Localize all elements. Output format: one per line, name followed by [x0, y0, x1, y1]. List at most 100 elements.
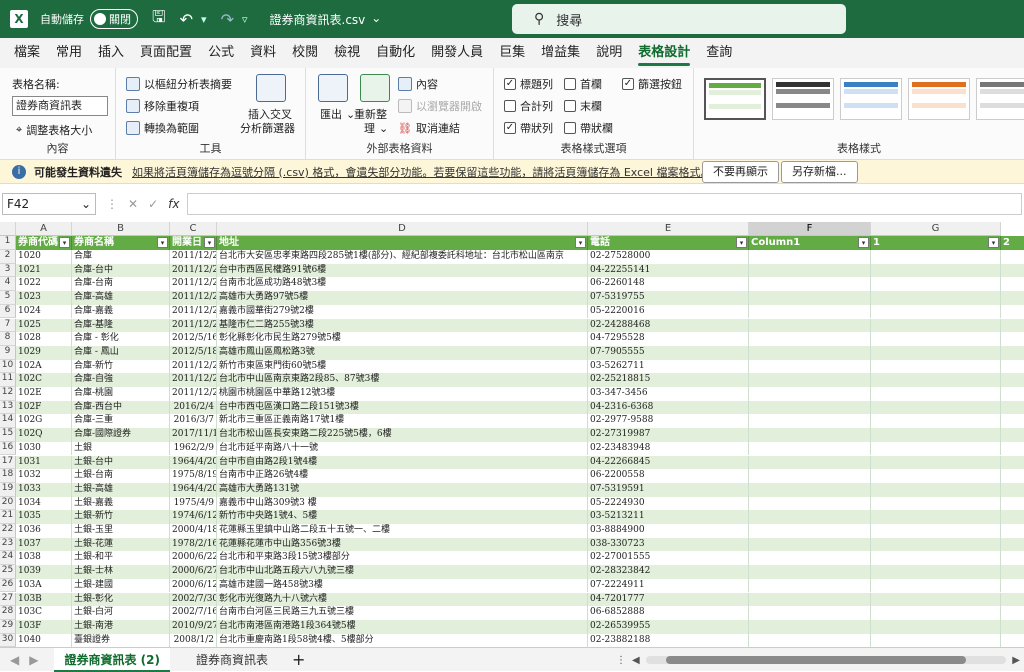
table-style-swatch[interactable]	[908, 78, 970, 120]
table-cell[interactable]	[1001, 332, 1024, 346]
table-cell[interactable]: 02-26539955	[588, 619, 749, 634]
more-options-icon[interactable]: ⋮	[106, 197, 118, 211]
table-cell[interactable]	[871, 592, 1001, 607]
table-header-cell[interactable]: 1 ▾	[871, 236, 1001, 250]
table-cell[interactable]	[1001, 510, 1024, 524]
table-cell[interactable]	[749, 359, 871, 374]
table-cell[interactable]: 07-5319755	[588, 291, 749, 305]
table-cell[interactable]	[871, 387, 1001, 401]
tab-10[interactable]: 巨集	[491, 38, 533, 68]
redo-icon[interactable]: ↷	[221, 10, 234, 29]
row-header[interactable]: 23	[0, 537, 16, 552]
table-cell[interactable]: 土銀-嘉義	[72, 496, 170, 511]
table-cell[interactable]: 1974/6/12	[170, 510, 217, 524]
table-cell[interactable]: 04-22266845	[588, 455, 749, 470]
table-cell[interactable]	[1001, 578, 1024, 593]
table-cell[interactable]	[1001, 359, 1024, 374]
table-cell[interactable]	[1001, 345, 1024, 360]
table-cell[interactable]	[871, 318, 1001, 333]
table-cell[interactable]: 2012/5/16	[170, 332, 217, 346]
table-cell[interactable]	[871, 510, 1001, 524]
column-header[interactable]: A	[16, 222, 72, 236]
table-cell[interactable]	[749, 277, 871, 292]
table-cell[interactable]	[1001, 551, 1024, 566]
table-cell[interactable]: 土銀	[72, 441, 170, 456]
row-header[interactable]: 27	[0, 592, 16, 607]
table-cell[interactable]: 新北市三重區正義南路17號1樓	[217, 414, 588, 429]
tab-7[interactable]: 檢視	[326, 38, 368, 68]
filter-dropdown-icon[interactable]: ▾	[575, 237, 586, 248]
filename-dropdown[interactable]: 證券商資訊表.csv ⌄	[270, 11, 382, 28]
row-header[interactable]: 18	[0, 469, 16, 483]
dont-show-again-button[interactable]: 不要再顯示	[702, 161, 779, 183]
row-header[interactable]: 12	[0, 387, 16, 401]
table-cell[interactable]: 04-7295528	[588, 332, 749, 346]
sheet-tab[interactable]: 證券商資訊表	[186, 648, 278, 672]
table-cell[interactable]: 合庫 - 彰化	[72, 332, 170, 346]
row-header[interactable]: 22	[0, 524, 16, 538]
table-cell[interactable]	[749, 482, 871, 497]
table-cell[interactable]	[871, 565, 1001, 579]
tab-0[interactable]: 檔案	[6, 38, 48, 68]
filter-dropdown-icon[interactable]: ▾	[59, 237, 70, 248]
table-cell[interactable]: 台北市重慶南路1段58號4樓、5樓部分	[217, 633, 588, 647]
table-cell[interactable]: 合庫-新竹	[72, 359, 170, 374]
search-box[interactable]: ⚲ 搜尋	[512, 4, 846, 34]
prev-sheet-icon[interactable]: ◀	[10, 653, 19, 667]
column-header[interactable]: E	[588, 222, 749, 236]
table-cell[interactable]	[749, 524, 871, 538]
table-cell[interactable]: 合庫-三重	[72, 414, 170, 429]
table-cell[interactable]	[749, 633, 871, 647]
row-header[interactable]: 21	[0, 510, 16, 524]
slicer-icon[interactable]	[256, 74, 286, 102]
table-cell[interactable]	[871, 263, 1001, 278]
table-cell[interactable]	[871, 524, 1001, 538]
table-cell[interactable]: 102A	[16, 359, 72, 374]
table-style-swatch[interactable]	[772, 78, 834, 120]
table-cell[interactable]: 台北市大安區忠孝東路四段285號1樓(部分)、經紀部複委託科地址：台北市松山區南…	[217, 250, 588, 264]
table-cell[interactable]	[871, 578, 1001, 593]
table-cell[interactable]: 台南市中正路26號4樓	[217, 469, 588, 483]
row-header[interactable]: 2	[0, 250, 16, 264]
table-cell[interactable]	[1001, 373, 1024, 387]
table-cell[interactable]: 2016/3/7	[170, 414, 217, 429]
table-cell[interactable]: 2000/6/22	[170, 551, 217, 566]
resize-table-button[interactable]: ⌖ 調整表格大小	[16, 122, 92, 138]
table-cell[interactable]	[1001, 592, 1024, 607]
tab-14[interactable]: 查詢	[698, 38, 740, 68]
table-cell[interactable]: 高雄市大勇路97號5樓	[217, 291, 588, 305]
row-header[interactable]: 28	[0, 606, 16, 620]
table-cell[interactable]: 台北市中山區南京東路2段85、87號3樓	[217, 373, 588, 387]
table-header-cell[interactable]: 2	[1001, 236, 1024, 250]
table-cell[interactable]: 土銀-白河	[72, 606, 170, 620]
table-cell[interactable]: 桃園市桃園區中華路12號3樓	[217, 387, 588, 401]
table-cell[interactable]: 102F	[16, 400, 72, 415]
table-cell[interactable]: 花蓮縣花蓮市中山路356號3樓	[217, 537, 588, 552]
filter-dropdown-icon[interactable]: ▾	[988, 237, 999, 248]
table-cell[interactable]	[1001, 387, 1024, 401]
table-cell[interactable]: 1032	[16, 469, 72, 483]
table-cell[interactable]: 台北市和平東路3段15號3樓部分	[217, 551, 588, 566]
table-cell[interactable]: 07-5319591	[588, 482, 749, 497]
table-cell[interactable]: 02-28323842	[588, 565, 749, 579]
tab-13[interactable]: 表格設計	[630, 38, 698, 68]
table-cell[interactable]	[749, 565, 871, 579]
table-cell[interactable]	[1001, 277, 1024, 292]
table-cell[interactable]	[871, 291, 1001, 305]
table-cell[interactable]: 合庫-桃園	[72, 387, 170, 401]
table-cell[interactable]: 2010/9/27	[170, 619, 217, 634]
table-cell[interactable]: 1021	[16, 263, 72, 278]
table-cell[interactable]: 103F	[16, 619, 72, 634]
table-cell[interactable]: 05-2220016	[588, 304, 749, 319]
table-cell[interactable]	[1001, 291, 1024, 305]
table-cell[interactable]: 1962/2/9	[170, 441, 217, 456]
table-cell[interactable]: 2011/12/2	[170, 304, 217, 319]
table-cell[interactable]: 台北市松山區長安東路二段225號5樓，6樓	[217, 428, 588, 442]
tab-5[interactable]: 資料	[242, 38, 284, 68]
table-cell[interactable]: 06-2260148	[588, 277, 749, 292]
table-cell[interactable]	[871, 373, 1001, 387]
table-cell[interactable]: 合庫-西台中	[72, 400, 170, 415]
table-header-cell[interactable]: 電話 ▾	[588, 236, 749, 250]
unlink-button[interactable]: ⛓ 取消連結	[398, 120, 460, 136]
table-cell[interactable]: 合庫	[72, 250, 170, 264]
